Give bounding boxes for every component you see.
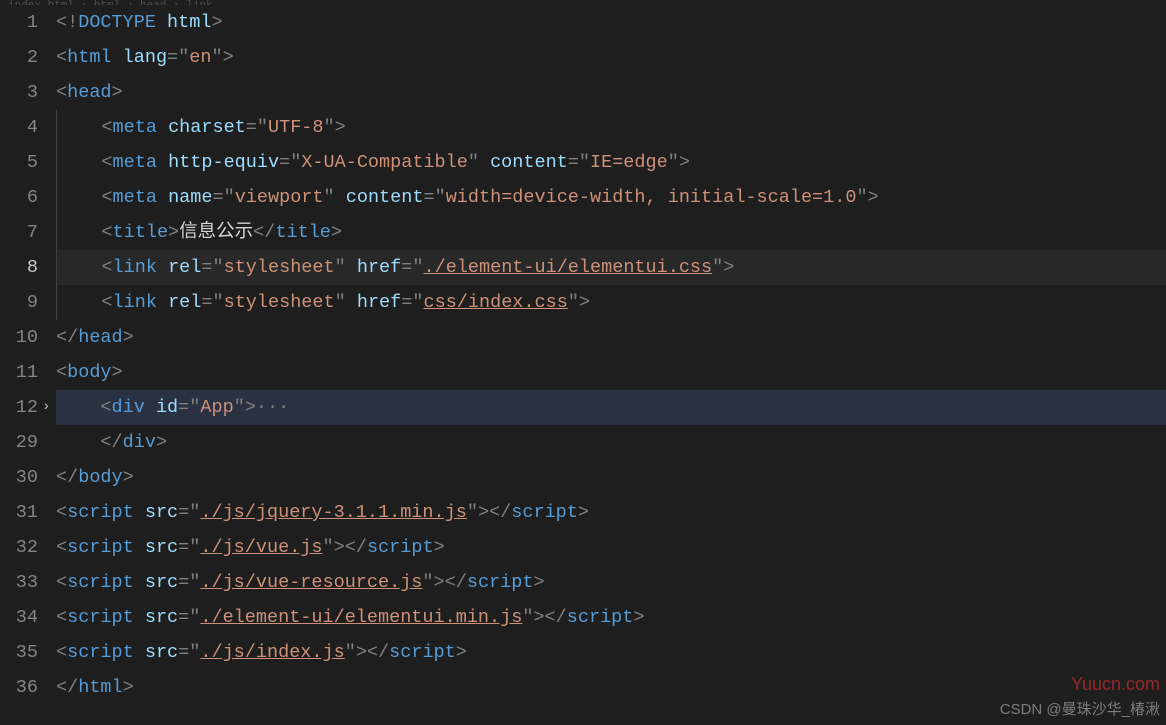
code-line[interactable]: </body>: [56, 460, 1166, 495]
line-number: 12: [0, 390, 38, 425]
code-line[interactable]: <script src="./js/jquery-3.1.1.min.js"><…: [56, 495, 1166, 530]
code-line[interactable]: <meta http-equiv="X-UA-Compatible" conte…: [56, 145, 1166, 180]
code-line[interactable]: <head>: [56, 75, 1166, 110]
code-area[interactable]: <!DOCTYPE html> <html lang="en"> <head> …: [56, 5, 1166, 725]
code-line[interactable]: <link rel="stylesheet" href="./element-u…: [56, 250, 1166, 285]
code-line[interactable]: </head>: [56, 320, 1166, 355]
line-number: 34: [0, 600, 38, 635]
watermark-author: CSDN @曼珠沙华_椿湫: [1000, 698, 1160, 719]
line-number: 35: [0, 635, 38, 670]
line-number: 7: [0, 215, 38, 250]
code-line[interactable]: <link rel="stylesheet" href="css/index.c…: [56, 285, 1166, 320]
code-line[interactable]: <meta name="viewport" content="width=dev…: [56, 180, 1166, 215]
line-number: 31: [0, 495, 38, 530]
line-number: 8: [0, 250, 38, 285]
line-number: 32: [0, 530, 38, 565]
line-number-gutter: 1 2 3 4 5 6 7 8 9 10 11 12 29 30 31 32 3…: [0, 5, 56, 725]
line-number: 1: [0, 5, 38, 40]
code-editor[interactable]: 1 2 3 4 5 6 7 8 9 10 11 12 29 30 31 32 3…: [0, 5, 1166, 725]
code-line[interactable]: <meta charset="UTF-8">: [56, 110, 1166, 145]
code-line[interactable]: <script src="./js/vue-resource.js"></scr…: [56, 565, 1166, 600]
code-line[interactable]: › <div id="App">···: [56, 390, 1166, 425]
line-number: 3: [0, 75, 38, 110]
code-line[interactable]: <html lang="en">: [56, 40, 1166, 75]
line-number: 30: [0, 460, 38, 495]
line-number: 29: [0, 425, 38, 460]
line-number: 36: [0, 670, 38, 705]
line-number: 6: [0, 180, 38, 215]
chevron-right-icon[interactable]: ›: [42, 390, 50, 425]
code-line[interactable]: </div>: [56, 425, 1166, 460]
line-number: 33: [0, 565, 38, 600]
watermark-site: Yuucn.com: [1071, 674, 1160, 695]
code-line[interactable]: <!DOCTYPE html>: [56, 5, 1166, 40]
code-line[interactable]: <script src="./element-ui/elementui.min.…: [56, 600, 1166, 635]
code-line[interactable]: <title>信息公示</title>: [56, 215, 1166, 250]
code-line[interactable]: <script src="./js/vue.js"></script>: [56, 530, 1166, 565]
line-number: 10: [0, 320, 38, 355]
line-number: 11: [0, 355, 38, 390]
line-number: 5: [0, 145, 38, 180]
line-number: 2: [0, 40, 38, 75]
code-line[interactable]: <body>: [56, 355, 1166, 390]
code-line[interactable]: <script src="./js/index.js"></script>: [56, 635, 1166, 670]
line-number: 9: [0, 285, 38, 320]
line-number: 4: [0, 110, 38, 145]
folded-code-icon[interactable]: ···: [256, 397, 289, 418]
